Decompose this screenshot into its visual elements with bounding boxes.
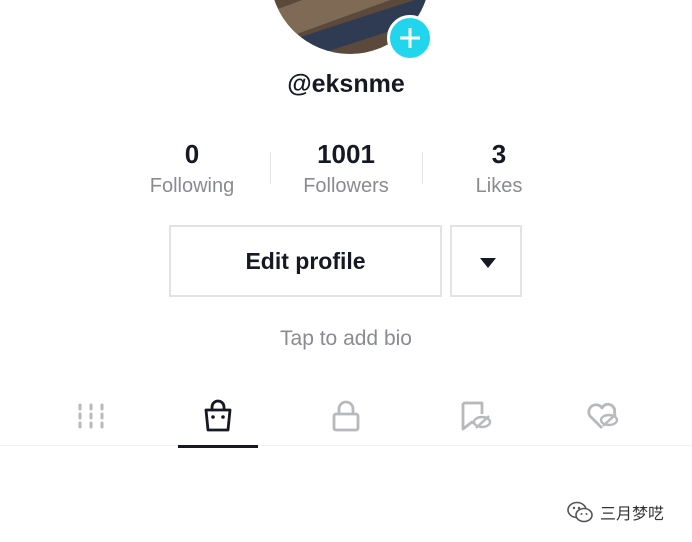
bio-placeholder[interactable]: Tap to add bio (0, 327, 692, 351)
stat-following-value: 0 (184, 139, 200, 169)
watermark: 三月梦呓 (566, 499, 664, 525)
watermark-text: 三月梦呓 (600, 506, 665, 523)
grid-icon (78, 403, 104, 429)
dropdown-button[interactable] (450, 225, 522, 297)
tab-videos[interactable] (71, 396, 111, 436)
stat-following-label: Following (149, 175, 235, 197)
stat-followers-label: Followers (303, 175, 389, 197)
plus-icon (400, 28, 420, 48)
wechat-icon (567, 501, 593, 523)
tab-shop[interactable] (198, 396, 238, 436)
stat-following[interactable]: 0 Following (122, 140, 262, 198)
stat-followers-value: 1001 (317, 139, 375, 169)
stat-divider (422, 152, 423, 184)
tab-favorites[interactable] (454, 396, 494, 436)
tab-private[interactable] (326, 396, 366, 436)
caret-down-icon (480, 258, 496, 268)
stat-divider (270, 152, 271, 184)
stat-likes[interactable]: 3 Likes (429, 140, 569, 198)
lock-icon (332, 400, 360, 432)
stat-likes-label: Likes (475, 175, 523, 197)
stat-likes-value: 3 (491, 139, 507, 169)
add-avatar-button[interactable] (387, 15, 433, 61)
tab-liked[interactable] (582, 396, 622, 436)
bookmark-hidden-icon (461, 401, 492, 431)
username: @eksnme (287, 70, 405, 98)
shopping-bag-icon (204, 399, 232, 432)
stat-followers[interactable]: 1001 Followers (276, 140, 416, 198)
edit-profile-button[interactable]: Edit profile (169, 225, 442, 297)
active-tab-indicator (178, 445, 258, 448)
tab-bar-border (0, 445, 692, 446)
heart-hidden-icon (587, 402, 619, 429)
